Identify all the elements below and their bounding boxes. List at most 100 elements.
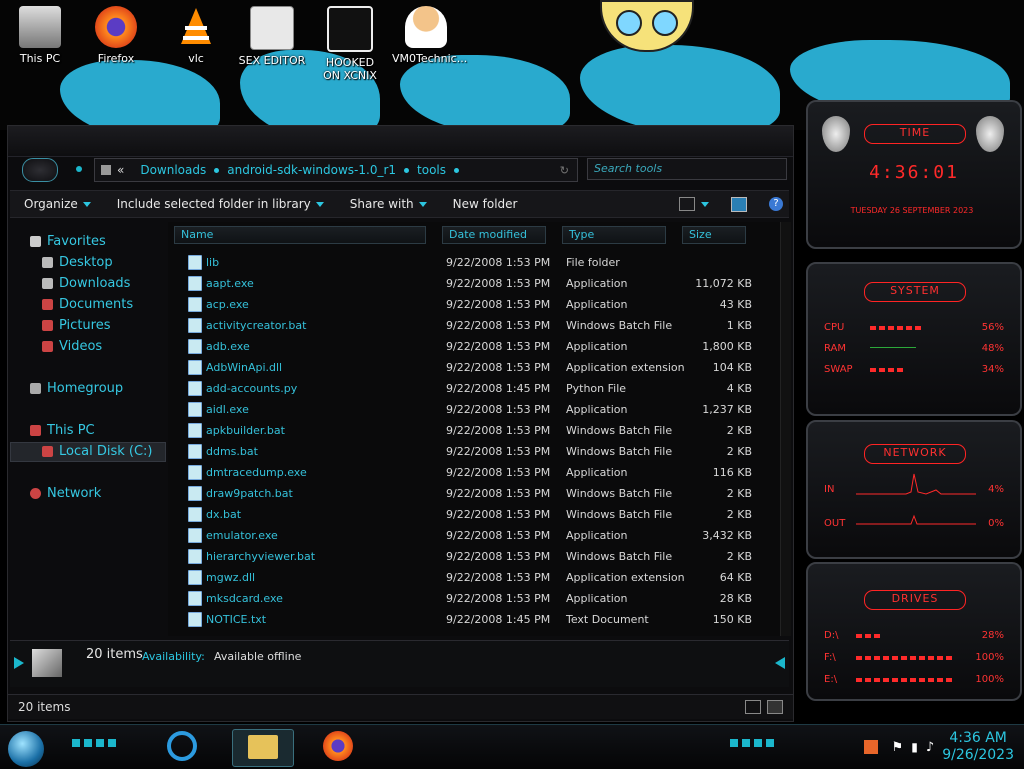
desktop-icon-sex-editor[interactable]: SEX EDITOR	[238, 6, 306, 67]
nav-pictures[interactable]: Pictures	[42, 318, 110, 333]
details-view-icon[interactable]	[745, 700, 761, 714]
table-row[interactable]: acp.exe 9/22/2008 1:53 PM Application 43 KB	[168, 294, 780, 315]
new-folder-button[interactable]: New folder	[453, 197, 518, 211]
column-header-date[interactable]: Date modified	[442, 226, 546, 244]
include-in-library-button[interactable]: Include selected folder in library	[117, 197, 324, 211]
table-row[interactable]: lib 9/22/2008 1:53 PM File folder	[168, 252, 780, 273]
ram-value: 48%	[981, 343, 1004, 354]
file-type: Application extension	[566, 361, 685, 374]
column-header-type[interactable]: Type	[562, 226, 666, 244]
refresh-icon[interactable]: ↻	[560, 164, 569, 177]
drive-d-bar	[856, 634, 883, 638]
crumb-downloads[interactable]: Downloads	[140, 163, 206, 177]
crumb-overflow[interactable]: «	[117, 163, 124, 177]
nav-desktop[interactable]: Desktop	[42, 255, 113, 270]
table-row[interactable]: activitycreator.bat 9/22/2008 1:53 PM Wind…	[168, 315, 780, 336]
tray-flag-icon[interactable]: ⚑	[892, 740, 904, 755]
table-row[interactable]: adb.exe 9/22/2008 1:53 PM Application 1,800…	[168, 336, 780, 357]
share-with-button[interactable]: Share with	[350, 197, 427, 211]
file-icon	[188, 465, 202, 480]
nav-local-disk[interactable]: Local Disk (C:)	[42, 444, 152, 459]
nav-this-pc[interactable]: This PC	[30, 423, 95, 438]
table-row[interactable]: ddms.bat 9/22/2008 1:53 PM Windows Batch F…	[168, 441, 780, 462]
taskbar: ⚑ ▮ ♪ 4:36 AM 9/26/2023	[0, 724, 1024, 769]
desktop-icon-firefox[interactable]: Firefox	[82, 6, 150, 65]
file-type: Application	[566, 277, 628, 290]
tray-network-icon[interactable]: ▮	[911, 740, 918, 754]
ram-label: RAM	[824, 343, 847, 354]
file-date: 9/22/2008 1:53 PM	[446, 319, 551, 332]
time-gadget-title: TIME	[864, 124, 966, 144]
file-size: 2 KB	[726, 445, 752, 458]
crumb-tools[interactable]: tools	[417, 163, 446, 177]
preview-pane-icon[interactable]	[731, 196, 747, 212]
crumb-android-sdk[interactable]: android-sdk-windows-1.0_r1	[227, 163, 396, 177]
chevron-down-icon[interactable]	[701, 201, 709, 207]
drive-f-label: F:\	[824, 652, 836, 663]
table-row[interactable]: hierarchyviewer.bat 9/22/2008 1:53 PM Wind…	[168, 546, 780, 567]
desktop-icon-this-pc[interactable]: This PC	[6, 6, 74, 65]
table-row[interactable]: mgwz.dll 9/22/2008 1:53 PM Application ext…	[168, 567, 780, 588]
search-input[interactable]: Search tools	[587, 158, 787, 180]
chevron-down-icon	[315, 201, 324, 207]
desktop-icon-hooked-on-xcnix[interactable]: HOOKED ON XCNIX	[316, 6, 384, 82]
view-options-icon[interactable]	[679, 197, 695, 211]
table-row[interactable]: AdbWinApi.dll 9/22/2008 1:53 PM Applicatio…	[168, 357, 780, 378]
desktop-icon-vm0technic[interactable]: VM0Technic...	[392, 6, 467, 65]
table-row[interactable]: draw9patch.bat 9/22/2008 1:53 PM Windows B…	[168, 483, 780, 504]
table-row[interactable]: dx.bat 9/22/2008 1:53 PM Windows Batch Fil…	[168, 504, 780, 525]
table-row[interactable]: mksdcard.exe 9/22/2008 1:53 PM Application…	[168, 588, 780, 609]
drive-f-bar	[856, 656, 952, 660]
system-gadget: SYSTEM CPU 56% RAM 48% SWAP 34%	[806, 262, 1022, 416]
desktop-icon-vlc[interactable]: vlc	[162, 6, 230, 65]
tiles-view-icon[interactable]	[767, 700, 783, 714]
gadget-clock: 4:36:01	[869, 162, 959, 183]
organize-button[interactable]: Organize	[24, 197, 91, 211]
taskbar-clock[interactable]: 4:36 AM 9/26/2023	[942, 730, 1014, 764]
nav-downloads[interactable]: Downloads	[42, 276, 130, 291]
nav-network[interactable]: Network	[30, 486, 101, 501]
table-row[interactable]: add-accounts.py 9/22/2008 1:45 PM Python F…	[168, 378, 780, 399]
drives-gadget-title: DRIVES	[864, 590, 966, 610]
file-icon	[188, 444, 202, 459]
file-icon	[188, 402, 202, 417]
taskbar-file-explorer[interactable]	[232, 729, 294, 767]
tray-app-icon[interactable]	[863, 740, 878, 754]
file-name: activitycreator.bat	[206, 319, 307, 332]
taskbar-firefox[interactable]	[312, 729, 364, 765]
drive-d-value: 28%	[981, 630, 1004, 641]
nav-homegroup[interactable]: Homegroup	[30, 381, 123, 396]
table-row[interactable]: dmtracedump.exe 9/22/2008 1:53 PM Applicat…	[168, 462, 780, 483]
table-row[interactable]: apkbuilder.bat 9/22/2008 1:53 PM Windows B…	[168, 420, 780, 441]
nav-documents[interactable]: Documents	[42, 297, 133, 312]
column-header-size[interactable]: Size	[682, 226, 746, 244]
nav-favorites[interactable]: Favorites	[30, 234, 106, 249]
crumb-separator-icon	[454, 167, 460, 173]
file-name: apkbuilder.bat	[206, 424, 285, 437]
alienware-head-icon	[976, 116, 1004, 152]
file-size: 43 KB	[719, 298, 752, 311]
file-date: 9/22/2008 1:53 PM	[446, 487, 551, 500]
tray-volume-icon[interactable]: ♪	[926, 740, 934, 755]
column-header-name[interactable]: Name	[174, 226, 426, 244]
table-row[interactable]: NOTICE.txt 9/22/2008 1:45 PM Text Document…	[168, 609, 780, 630]
address-row: « Downloads android-sdk-windows-1.0_r1 t…	[8, 156, 793, 184]
system-gadget-title: SYSTEM	[864, 282, 966, 302]
crumb-separator-icon	[214, 167, 220, 173]
address-bar[interactable]: « Downloads android-sdk-windows-1.0_r1 t…	[94, 158, 578, 182]
table-row[interactable]: aidl.exe 9/22/2008 1:53 PM Application 1,23…	[168, 399, 780, 420]
file-name: emulator.exe	[206, 529, 278, 542]
start-orb-button[interactable]	[8, 731, 44, 767]
nav-videos[interactable]: Videos	[42, 339, 102, 354]
file-date: 9/22/2008 1:53 PM	[446, 508, 551, 521]
drive-e-label: E:\	[824, 674, 838, 685]
help-icon[interactable]: ?	[769, 197, 783, 211]
vertical-scrollbar[interactable]	[780, 222, 791, 636]
table-row[interactable]: emulator.exe 9/22/2008 1:53 PM Application…	[168, 525, 780, 546]
table-row[interactable]: aapt.exe 9/22/2008 1:53 PM Application 11,0…	[168, 273, 780, 294]
navigation-pane: Favorites Desktop Downloads Documents Pi…	[10, 222, 166, 636]
back-forward-button[interactable]	[22, 158, 58, 182]
taskbar-internet-explorer[interactable]	[156, 729, 208, 765]
file-size: 104 KB	[712, 361, 752, 374]
file-date: 9/22/2008 1:53 PM	[446, 256, 551, 269]
